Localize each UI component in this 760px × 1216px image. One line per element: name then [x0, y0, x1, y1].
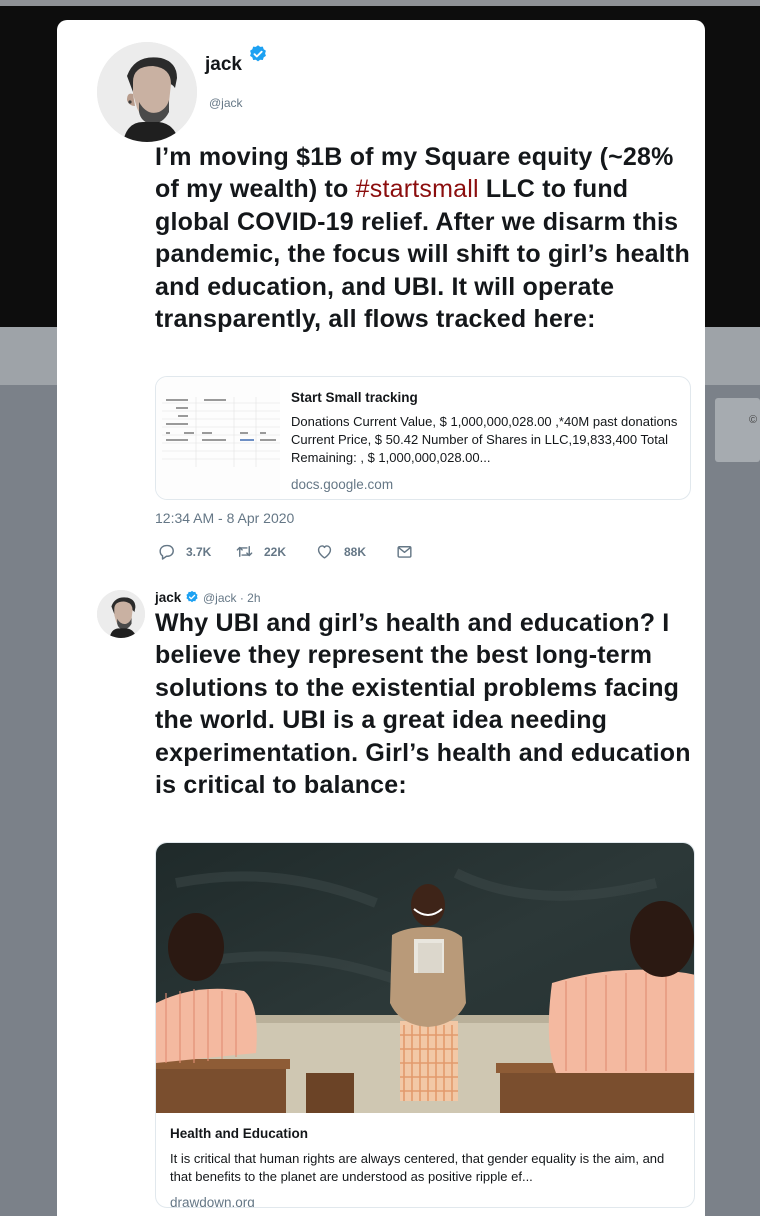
direct-message-button[interactable] — [395, 542, 414, 561]
reply-tweet-text: Why UBI and girl’s health and education?… — [155, 609, 691, 800]
like-icon — [317, 545, 332, 559]
link-preview-card[interactable]: Start Small tracking Donations Current V… — [155, 376, 691, 500]
spreadsheet-thumbnail-icon — [156, 377, 280, 499]
classroom-photo-icon — [156, 843, 694, 1113]
tweet-timestamp[interactable]: 12:34 AM - 8 Apr 2020 — [155, 510, 294, 526]
profile-photo-icon — [97, 590, 145, 638]
reply-icon — [159, 544, 174, 560]
hashtag-link[interactable]: #startsmall — [356, 175, 479, 203]
profile-photo-icon — [97, 42, 197, 142]
sidebar-box: © — [715, 398, 760, 462]
image-card-body: Health and Education It is critical that… — [170, 1126, 682, 1208]
image-card-description: It is critical that human rights are alw… — [170, 1151, 665, 1184]
like-button[interactable]: 88K — [315, 542, 366, 561]
message-icon — [397, 546, 412, 558]
image-card-title: Health and Education — [170, 1126, 309, 1141]
link-preview-body: Start Small tracking Donations Current V… — [291, 389, 681, 492]
verified-badge-icon — [250, 45, 266, 62]
like-count: 88K — [344, 544, 367, 559]
reply-avatar[interactable] — [97, 590, 145, 638]
retweet-count: 22K — [264, 544, 287, 559]
user-handle[interactable]: @jack — [209, 96, 243, 110]
link-description: Donations Current Value, $ 1,000,000,028… — [291, 414, 678, 465]
reply-user-name[interactable]: jack — [155, 590, 181, 605]
image-link-card[interactable]: Health and Education It is critical that… — [155, 842, 695, 1208]
copyright-text: © — [749, 414, 758, 426]
retweet-button[interactable]: 22K — [235, 542, 286, 561]
retweet-icon — [236, 546, 253, 557]
link-domain: docs.google.com — [291, 477, 394, 492]
tweet-text: I’m moving $1B of my Square equity (~28%… — [155, 141, 695, 335]
link-title: Start Small tracking — [291, 390, 418, 405]
reply-count: 3.7K — [186, 544, 212, 559]
tweet-modal: jack @jack I’m moving $1B of my Square e… — [57, 20, 705, 1216]
verified-badge-icon — [186, 590, 198, 603]
image-card-domain: drawdown.org — [170, 1195, 255, 1208]
user-name[interactable]: jack — [205, 54, 242, 76]
avatar[interactable] — [97, 42, 197, 142]
reply-button[interactable]: 3.7K — [157, 542, 211, 561]
reply-user-handle-time[interactable]: @jack · 2h — [203, 591, 261, 605]
